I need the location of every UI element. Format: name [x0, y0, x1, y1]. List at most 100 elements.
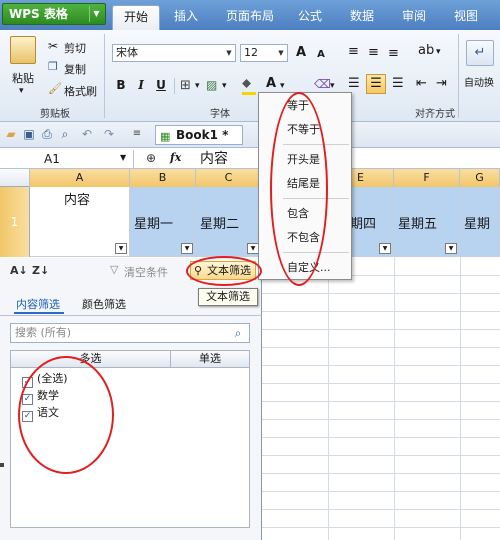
tab-insert[interactable]: 插入	[166, 5, 206, 30]
format-painter-icon[interactable]: 🖌	[48, 82, 62, 95]
list-item[interactable]: ✓ 语文	[22, 406, 59, 422]
tab-review[interactable]: 审阅	[394, 5, 434, 30]
chevron-down-icon[interactable]: ▼	[89, 6, 103, 22]
search-icon[interactable]: ⌕	[229, 325, 247, 341]
customize-toolbar-icon[interactable]: ≡	[130, 127, 144, 141]
copy-button[interactable]: 复制	[64, 61, 86, 77]
checkbox-math[interactable]: ✓	[22, 394, 33, 405]
cell-a1[interactable]: 内容 ▼	[30, 187, 130, 257]
cell-g1[interactable]: 星期	[460, 187, 500, 257]
fill-icon[interactable]: ▨	[206, 78, 217, 92]
cut-icon[interactable]: ✂	[48, 39, 58, 53]
menu-item-not-equals[interactable]: 不等于	[259, 119, 351, 141]
menu-item-ends-with[interactable]: 结尾是	[259, 173, 351, 195]
checkbox-select-all[interactable]: ✓	[22, 377, 33, 388]
zoom-icon[interactable]: ⊕	[146, 151, 156, 165]
align-center-icon[interactable]: ☰	[366, 74, 386, 94]
checkbox-chinese[interactable]: ✓	[22, 411, 33, 422]
chevron-down-icon[interactable]: ▼	[223, 45, 235, 61]
fx-button[interactable]: fx	[170, 151, 181, 164]
sort-ascending-button[interactable]: A↓	[10, 264, 28, 277]
search-input[interactable]: 搜索 (所有) ⌕	[10, 323, 250, 343]
chevron-down-icon[interactable]: ▾	[330, 81, 335, 91]
row-header-1[interactable]: 1	[0, 187, 30, 257]
align-middle-icon[interactable]: ≡	[368, 45, 379, 60]
list-item[interactable]: ✓ 数学	[22, 389, 59, 405]
underline-button[interactable]: U	[152, 76, 170, 94]
cut-button[interactable]: 剪切	[64, 40, 86, 56]
select-all-corner[interactable]	[0, 169, 30, 187]
column-header-a[interactable]: A	[30, 169, 130, 187]
column-header-c[interactable]: C	[196, 169, 262, 187]
paste-button[interactable]: 粘贴	[12, 70, 34, 86]
open-folder-icon[interactable]: ▰	[4, 127, 18, 141]
orientation-icon[interactable]: ab	[418, 43, 434, 58]
clear-format-icon[interactable]: ⌫	[314, 77, 331, 91]
chevron-down-icon[interactable]: ▾	[280, 81, 285, 91]
cell-f1[interactable]: 星期五 ▼	[394, 187, 460, 257]
formula-input[interactable]: 内容	[200, 149, 228, 169]
tab-page-layout[interactable]: 页面布局	[220, 5, 280, 30]
filter-dropdown-a1[interactable]: ▼	[115, 243, 127, 254]
menu-item-equals[interactable]: 等于	[259, 95, 351, 117]
chevron-down-icon[interactable]: ▾	[222, 81, 227, 91]
resize-handle[interactable]	[0, 463, 4, 467]
copy-icon[interactable]: ❐	[48, 60, 58, 73]
decrease-indent-icon[interactable]: ⇤	[416, 76, 427, 91]
cell-b1[interactable]: 星期一 ▼	[130, 187, 196, 257]
column-header-g[interactable]: G	[460, 169, 500, 187]
wrap-text-icon[interactable]: ↵	[466, 40, 494, 66]
filter-dropdown-f1[interactable]: ▼	[445, 243, 457, 254]
auto-wrap-button[interactable]: 自动换	[464, 74, 494, 89]
chevron-down-icon[interactable]: ▾	[195, 81, 200, 91]
text-filter-button[interactable]: ⚲ 文本筛选	[190, 261, 256, 280]
filter-dropdown-b1[interactable]: ▼	[181, 243, 193, 254]
paste-chevron-icon[interactable]: ▾	[19, 86, 24, 96]
name-box[interactable]: A1	[0, 150, 134, 168]
workbook-tab[interactable]: ▦ Book1 *	[155, 125, 243, 145]
chevron-down-icon[interactable]: ▼	[275, 45, 287, 61]
column-header-f[interactable]: F	[394, 169, 460, 187]
chevron-down-icon[interactable]: ▼	[120, 153, 126, 162]
border-icon[interactable]: ⊞	[180, 78, 191, 93]
multi-select-header[interactable]: 多选	[11, 351, 171, 367]
shrink-font-button[interactable]: A	[312, 46, 330, 64]
grow-font-button[interactable]: A	[292, 44, 310, 62]
tab-color-filter[interactable]: 颜色筛选	[82, 296, 126, 314]
menu-item-custom[interactable]: 自定义...	[259, 257, 351, 279]
format-painter-button[interactable]: 格式刷	[64, 83, 97, 99]
align-bottom-icon[interactable]: ≡	[388, 46, 399, 61]
tab-home[interactable]: 开始	[112, 5, 160, 30]
list-item[interactable]: ✓ (全选)	[22, 372, 68, 388]
italic-button[interactable]: I	[132, 76, 150, 94]
cell-c1[interactable]: 星期二 ▼	[196, 187, 262, 257]
chevron-down-icon[interactable]: ▾	[436, 47, 441, 57]
print-preview-icon[interactable]: ⌕	[58, 127, 72, 141]
undo-icon[interactable]: ↶	[80, 127, 94, 141]
align-top-icon[interactable]: ≡	[348, 44, 359, 59]
menu-item-contains[interactable]: 包含	[259, 203, 351, 225]
menu-item-begins-with[interactable]: 开头是	[259, 149, 351, 171]
single-select-header[interactable]: 单选	[171, 351, 249, 367]
bold-button[interactable]: B	[112, 76, 130, 94]
highlight-icon[interactable]: ⬥	[242, 76, 251, 91]
font-color-icon[interactable]: A	[266, 76, 276, 91]
save-icon[interactable]: ▣	[22, 127, 36, 141]
paste-icon[interactable]	[10, 36, 36, 64]
tab-data[interactable]: 数据	[342, 5, 382, 30]
sort-descending-button[interactable]: Z↓	[32, 264, 49, 277]
clear-condition-button[interactable]: 清空条件	[124, 264, 168, 280]
increase-indent-icon[interactable]: ⇥	[436, 76, 447, 91]
print-icon[interactable]: ⎙	[40, 127, 54, 141]
menu-item-not-contains[interactable]: 不包含	[259, 227, 351, 249]
font-size-select[interactable]: 12 ▼	[240, 44, 288, 62]
redo-icon[interactable]: ↷	[102, 127, 116, 141]
font-name-select[interactable]: 宋体 ▼	[112, 44, 236, 62]
column-header-b[interactable]: B	[130, 169, 196, 187]
align-left-icon[interactable]: ☰	[348, 76, 360, 91]
align-right-icon[interactable]: ☰	[392, 76, 404, 91]
tab-formulas[interactable]: 公式	[290, 5, 330, 30]
tab-view[interactable]: 视图	[446, 5, 486, 30]
app-menu-button[interactable]: WPS 表格 ▼	[2, 3, 106, 25]
filter-dropdown-e1[interactable]: ▼	[379, 243, 391, 254]
